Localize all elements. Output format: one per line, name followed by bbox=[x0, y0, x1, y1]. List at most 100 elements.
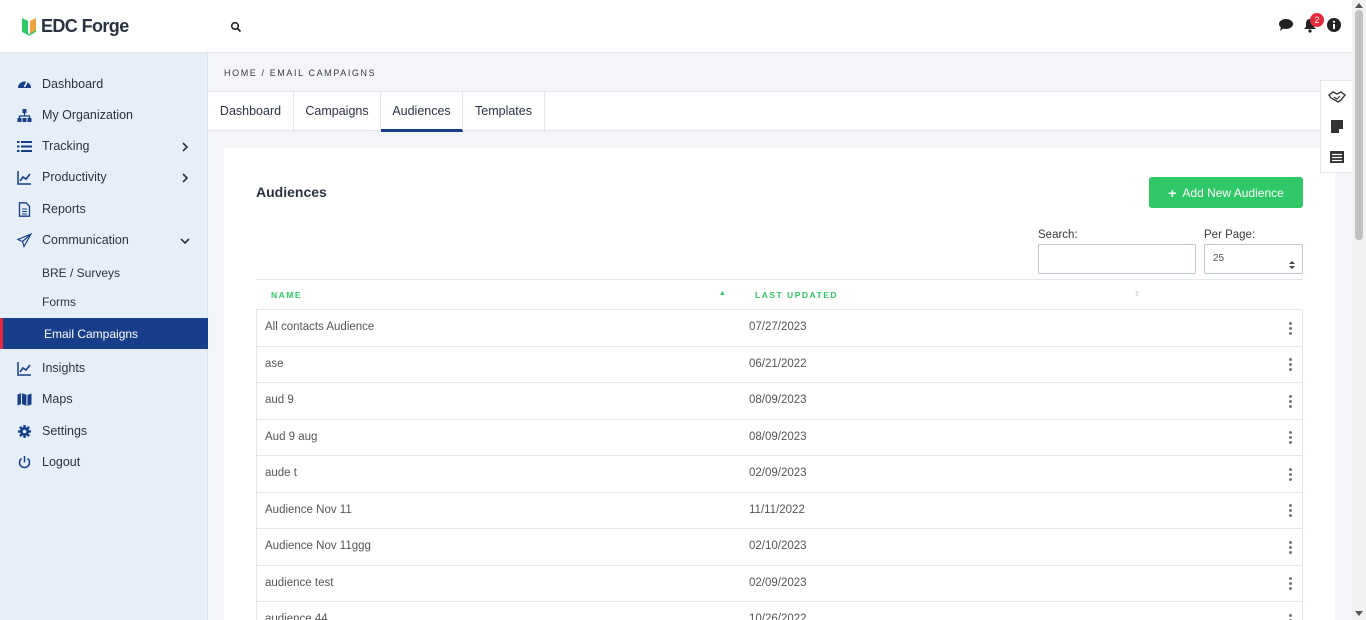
table-row[interactable]: Audience Nov 11 11/11/2022 bbox=[256, 492, 1303, 529]
sidebar-item-logout[interactable]: Logout bbox=[0, 447, 208, 477]
sort-neutral-icon[interactable]: ⇕ bbox=[1134, 290, 1140, 298]
last-updated-date: 10/26/2022 bbox=[749, 613, 807, 620]
map-icon bbox=[17, 392, 32, 407]
table-header: NAME ▲ LAST UPDATED ⇕ bbox=[256, 279, 1303, 310]
row-actions-kebab-icon[interactable] bbox=[1284, 576, 1296, 592]
sidebar-item-label: Productivity bbox=[42, 170, 107, 184]
audience-name[interactable]: All contacts Audience bbox=[265, 321, 374, 333]
sidebar-item-dashboard[interactable]: Dashboard bbox=[0, 69, 208, 99]
org-chart-icon bbox=[17, 108, 32, 123]
breadcrumb: HOME / EMAIL CAMPAIGNS bbox=[224, 68, 377, 78]
sidebar-item-productivity[interactable]: Productivity bbox=[0, 162, 208, 192]
table-row[interactable]: All contacts Audience 07/27/2023 bbox=[256, 310, 1303, 347]
sidebar-item-my-organization[interactable]: My Organization bbox=[0, 100, 208, 130]
tab-audiences[interactable]: Audiences bbox=[381, 92, 463, 132]
sidebar-item-label: Logout bbox=[42, 455, 81, 469]
dashboard-icon bbox=[17, 77, 32, 92]
row-actions-kebab-icon[interactable] bbox=[1284, 612, 1296, 620]
audience-name[interactable]: aud 9 bbox=[265, 394, 294, 406]
sidebar: Dashboard My Organization Tracking Produ… bbox=[0, 53, 208, 620]
sidebar-item-label: Insights bbox=[42, 361, 86, 375]
scrollbar-thumb[interactable] bbox=[1355, 10, 1363, 240]
table-row[interactable]: audience 44 10/26/2022 bbox=[256, 602, 1303, 620]
row-actions-kebab-icon[interactable] bbox=[1284, 539, 1296, 555]
table-row[interactable]: aude t 02/09/2023 bbox=[256, 456, 1303, 493]
sidebar-subitem-email-campaigns[interactable]: Email Campaigns bbox=[0, 318, 208, 349]
sticky-note-icon[interactable] bbox=[1328, 118, 1346, 136]
gear-icon bbox=[17, 424, 32, 439]
audience-name[interactable]: Audience Nov 11ggg bbox=[265, 540, 371, 552]
last-updated-date: 08/09/2023 bbox=[749, 430, 807, 443]
sliders-icon[interactable] bbox=[1328, 148, 1346, 166]
search-input[interactable] bbox=[1038, 244, 1196, 274]
page-scrollbar[interactable] bbox=[1352, 0, 1366, 620]
row-actions-kebab-icon[interactable] bbox=[1284, 320, 1296, 336]
sidebar-item-label: Maps bbox=[42, 392, 73, 406]
sidebar-item-label: My Organization bbox=[42, 108, 134, 122]
per-page-value: 25 bbox=[1213, 253, 1225, 264]
table-row[interactable]: Audience Nov 11ggg 02/10/2023 bbox=[256, 529, 1303, 566]
audience-name[interactable]: audience 44 bbox=[265, 613, 328, 620]
audiences-table: NAME ▲ LAST UPDATED ⇕ All contacts Audie… bbox=[256, 279, 1303, 620]
chevron-right-icon bbox=[179, 140, 191, 152]
plus-icon: + bbox=[1168, 184, 1177, 201]
sidebar-item-reports[interactable]: Reports bbox=[0, 194, 208, 224]
table-row[interactable]: aud 9 08/09/2023 bbox=[256, 383, 1303, 420]
sidebar-item-label: Settings bbox=[42, 424, 88, 438]
last-updated-date: 06/21/2022 bbox=[749, 357, 807, 370]
chat-icon[interactable] bbox=[1278, 17, 1294, 33]
last-updated-date: 07/27/2023 bbox=[749, 321, 807, 333]
select-arrows-icon bbox=[1289, 254, 1295, 269]
sidebar-item-tracking[interactable]: Tracking bbox=[0, 131, 208, 161]
header-actions: 2 bbox=[1278, 13, 1342, 33]
search-icon[interactable] bbox=[230, 20, 242, 33]
notification-bell-icon[interactable]: 2 bbox=[1302, 13, 1324, 33]
chevron-down-icon bbox=[179, 234, 191, 246]
audience-name[interactable]: aude t bbox=[265, 467, 297, 479]
tab-templates[interactable]: Templates bbox=[463, 92, 545, 132]
sidebar-item-settings[interactable]: Settings bbox=[0, 416, 208, 446]
sidebar-item-communication[interactable]: Communication bbox=[0, 225, 208, 255]
info-icon[interactable] bbox=[1326, 17, 1342, 33]
line-chart-icon bbox=[17, 361, 32, 376]
app-logo[interactable]: EDC Forge bbox=[20, 15, 129, 37]
row-actions-kebab-icon[interactable] bbox=[1284, 503, 1296, 519]
sidebar-item-label: Tracking bbox=[42, 139, 90, 153]
scroll-up-icon[interactable] bbox=[1355, 3, 1363, 8]
tab-campaigns[interactable]: Campaigns bbox=[294, 92, 381, 132]
tab-dashboard[interactable]: Dashboard bbox=[208, 92, 294, 132]
list-icon bbox=[17, 139, 32, 154]
last-updated-date: 08/09/2023 bbox=[749, 394, 807, 406]
sidebar-item-maps[interactable]: Maps bbox=[0, 384, 208, 414]
table-row[interactable]: Aud 9 aug 08/09/2023 bbox=[256, 419, 1303, 456]
line-chart-icon bbox=[17, 170, 32, 185]
row-actions-kebab-icon[interactable] bbox=[1284, 357, 1296, 373]
audience-name[interactable]: Aud 9 aug bbox=[265, 431, 317, 443]
sort-asc-icon[interactable]: ▲ bbox=[719, 290, 726, 297]
scroll-down-icon[interactable] bbox=[1355, 611, 1363, 616]
handshake-icon[interactable] bbox=[1328, 88, 1346, 106]
column-header-last-updated[interactable]: LAST UPDATED bbox=[755, 290, 838, 300]
per-page-select[interactable]: 25 bbox=[1204, 244, 1303, 274]
last-updated-date: 02/10/2023 bbox=[749, 540, 807, 552]
audience-name[interactable]: ase bbox=[265, 358, 284, 370]
sidebar-item-insights[interactable]: Insights bbox=[0, 353, 208, 383]
table-row[interactable]: ase 06/21/2022 bbox=[256, 346, 1303, 383]
row-actions-kebab-icon[interactable] bbox=[1284, 430, 1296, 446]
sidebar-subitem-forms[interactable]: Forms bbox=[0, 287, 208, 317]
add-new-audience-button[interactable]: + Add New Audience bbox=[1149, 177, 1303, 208]
sidebar-subitem-bre-surveys[interactable]: BRE / Surveys bbox=[0, 258, 208, 288]
table-body: All contacts Audience 07/27/2023 ase 06/21/… bbox=[256, 310, 1303, 620]
column-header-name[interactable]: NAME bbox=[271, 290, 302, 300]
last-updated-date: 02/09/2023 bbox=[749, 576, 807, 589]
power-icon bbox=[17, 455, 32, 470]
add-new-audience-label: Add New Audience bbox=[1182, 185, 1284, 200]
row-actions-kebab-icon[interactable] bbox=[1284, 393, 1296, 409]
audience-name[interactable]: audience test bbox=[265, 577, 333, 589]
chevron-right-icon bbox=[179, 171, 191, 183]
page-title: Audiences bbox=[256, 184, 327, 200]
audience-name[interactable]: Audience Nov 11 bbox=[265, 504, 352, 516]
table-row[interactable]: audience test 02/09/2023 bbox=[256, 565, 1303, 602]
row-actions-kebab-icon[interactable] bbox=[1284, 466, 1296, 482]
last-updated-date: 11/11/2022 bbox=[749, 503, 805, 516]
